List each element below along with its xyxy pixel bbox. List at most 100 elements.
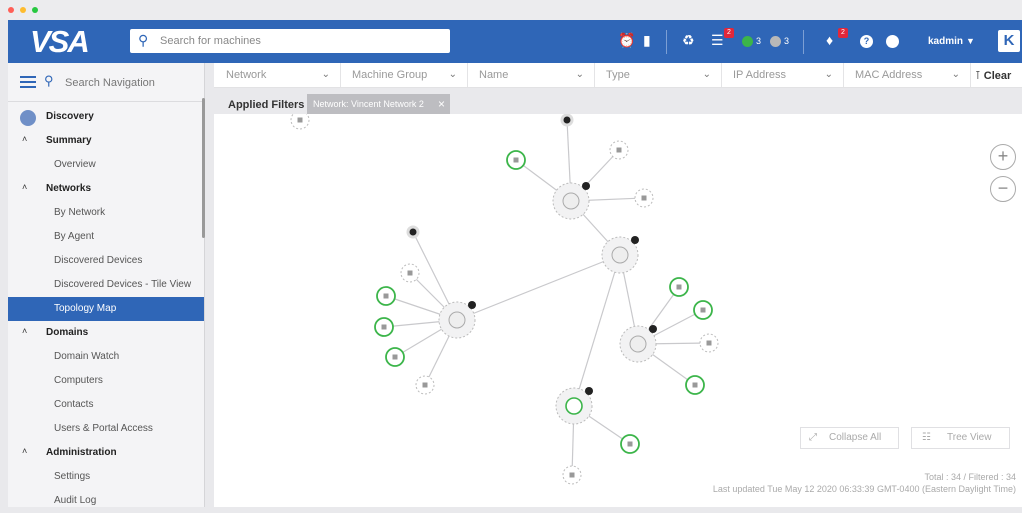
sidebar-item-overview[interactable]: Overview	[8, 153, 204, 177]
type-filter-select[interactable]: Type ⌄	[594, 63, 722, 87]
toolbar-separator	[666, 30, 667, 54]
machine-group-filter-select[interactable]: Machine Group ⌄	[340, 63, 468, 87]
offline-agents-count: 3	[784, 36, 790, 46]
sidebar-item-by-agent[interactable]: By Agent	[8, 225, 204, 249]
gateway-device-node[interactable]	[406, 225, 420, 239]
server-status-icon[interactable]: ☰	[711, 32, 724, 49]
user-menu-chevron-icon[interactable]: ▼	[966, 36, 975, 46]
hamburger-menu-icon[interactable]	[20, 76, 36, 91]
caret-up-icon: ˄	[22, 446, 28, 456]
online-device-node[interactable]	[374, 317, 394, 337]
sidebar-item-label: Summary	[46, 135, 92, 146]
close-icon[interactable]: ×	[438, 97, 445, 111]
sidebar-item-contacts[interactable]: Contacts	[8, 393, 204, 417]
sidebar-item-label: Audit Log	[54, 495, 97, 506]
sidebar-item-label: Domain Watch	[54, 351, 120, 362]
gateway-device-node[interactable]	[560, 113, 574, 127]
document-icon[interactable]: ▮	[643, 32, 651, 49]
zoom-window-dot[interactable]	[32, 7, 38, 13]
user-menu-name[interactable]: kadmin	[928, 36, 963, 47]
online-device-node[interactable]	[620, 434, 640, 454]
sidebar-item-label: Users & Portal Access	[54, 423, 153, 434]
network-hub-node[interactable]	[619, 325, 657, 363]
sidebar-item-networks[interactable]: ˄ Networks	[8, 177, 204, 201]
topology-graph[interactable]	[214, 110, 1022, 507]
chevron-down-icon: ⌄	[321, 69, 330, 80]
applied-filter-chip[interactable]: Network: Vincent Network 2 ×	[307, 94, 450, 114]
collapse-all-button[interactable]: ⤢ Collapse All	[800, 427, 899, 449]
sidebar-item-label: Settings	[54, 471, 91, 482]
navigation-sidebar: ⚲ Search Navigation Discovery ˄ Summary Ove…	[8, 63, 205, 507]
sidebar-item-audit-log[interactable]: Audit Log	[8, 489, 204, 513]
topology-canvas[interactable]: + − ⤢ Collapse All ☷ Tree View Total : 3…	[214, 110, 1022, 507]
machine-group-filter-label: Machine Group	[352, 69, 428, 81]
online-device-node[interactable]	[385, 347, 405, 367]
offline-agents-icon[interactable]	[770, 36, 781, 47]
online-device-node[interactable]	[669, 277, 689, 297]
minimize-window-dot[interactable]	[20, 7, 26, 13]
alarm-clock-icon[interactable]: ⏰	[618, 32, 635, 49]
sidebar-item-settings[interactable]: Settings	[8, 465, 204, 489]
online-device-node[interactable]	[685, 375, 705, 395]
sidebar-item-administration[interactable]: ˄ Administration	[8, 441, 204, 465]
caret-up-icon: ˄	[22, 134, 28, 144]
top-bar: VSA ⚲ Search for machines ⏰ ▮ ♻ ☰ 2 3 3 …	[8, 20, 1022, 63]
sidebar-item-topology-map[interactable]: Topology Map	[8, 297, 204, 321]
offline-device-node[interactable]	[609, 140, 629, 160]
machine-search-input[interactable]: ⚲ Search for machines	[130, 29, 450, 53]
sidebar-item-summary[interactable]: ˄ Summary	[8, 129, 204, 153]
sidebar-item-discovered-devices-tile-view[interactable]: Discovered Devices - Tile View	[8, 273, 204, 297]
online-agents-count: 3	[756, 36, 762, 46]
help-icon[interactable]: ?	[860, 35, 873, 48]
network-hub-node[interactable]	[438, 301, 476, 339]
sidebar-item-label: By Network	[54, 207, 106, 218]
zoom-in-button[interactable]: +	[990, 144, 1016, 170]
chevron-down-icon: ⌄	[575, 69, 584, 80]
zoom-out-button[interactable]: −	[990, 176, 1016, 202]
notification-bell-icon[interactable]: ♦	[826, 32, 833, 48]
network-filter-select[interactable]: Network ⌄	[214, 63, 341, 87]
close-window-dot[interactable]	[8, 7, 14, 13]
sidebar-item-users-portal-access[interactable]: Users & Portal Access	[8, 417, 204, 441]
offline-device-node[interactable]	[634, 188, 654, 208]
sidebar-item-domains[interactable]: ˄ Domains	[8, 321, 204, 345]
tree-view-button[interactable]: ☷ Tree View	[911, 427, 1010, 449]
tree-view-label: Tree View	[947, 432, 992, 443]
sidebar-item-by-network[interactable]: By Network	[8, 201, 204, 225]
online-device-node[interactable]	[376, 286, 396, 306]
clear-filters-button[interactable]: ⊺ Clear	[975, 69, 1011, 82]
sidebar-item-discovery[interactable]: Discovery	[8, 105, 204, 129]
network-status-icon[interactable]: ♻	[682, 32, 695, 49]
network-hub-node[interactable]	[555, 387, 593, 425]
offline-device-node[interactable]	[400, 263, 420, 283]
server-alert-badge: 2	[724, 28, 734, 38]
sidebar-item-label: Domains	[46, 327, 89, 338]
offline-device-node[interactable]	[290, 110, 310, 130]
network-hub-node[interactable]	[552, 182, 590, 220]
sidebar-item-label: Discovered Devices	[54, 255, 143, 266]
totals-text: Total : 34 / Filtered : 34	[924, 472, 1016, 482]
offline-device-node[interactable]	[699, 333, 719, 353]
navigation-search-placeholder: Search Navigation	[65, 77, 155, 89]
type-filter-label: Type	[606, 69, 630, 81]
sidebar-item-computers[interactable]: Computers	[8, 369, 204, 393]
collapse-icon: ⤢	[809, 432, 817, 443]
sidebar-item-domain-watch[interactable]: Domain Watch	[8, 345, 204, 369]
ip-address-filter-select[interactable]: IP Address ⌄	[721, 63, 844, 87]
online-device-node[interactable]	[506, 150, 526, 170]
sidebar-scrollbar[interactable]	[202, 98, 205, 238]
navigation-search[interactable]: ⚲ Search Navigation	[8, 63, 204, 102]
mac-address-filter-select[interactable]: MAC Address ⌄	[843, 63, 971, 87]
offline-device-node[interactable]	[562, 465, 582, 485]
sidebar-item-label: Computers	[54, 375, 103, 386]
name-filter-select[interactable]: Name ⌄	[467, 63, 595, 87]
filter-clear-icon: ⊺	[975, 70, 984, 82]
offline-device-node[interactable]	[415, 375, 435, 395]
online-agents-icon[interactable]	[742, 36, 753, 47]
sidebar-item-discovered-devices[interactable]: Discovered Devices	[8, 249, 204, 273]
user-avatar-icon[interactable]	[886, 35, 899, 48]
caret-up-icon: ˄	[22, 182, 28, 192]
vsa-logo[interactable]: VSA	[30, 24, 90, 60]
brand-k-icon[interactable]: K	[998, 30, 1020, 52]
online-device-node[interactable]	[693, 300, 713, 320]
